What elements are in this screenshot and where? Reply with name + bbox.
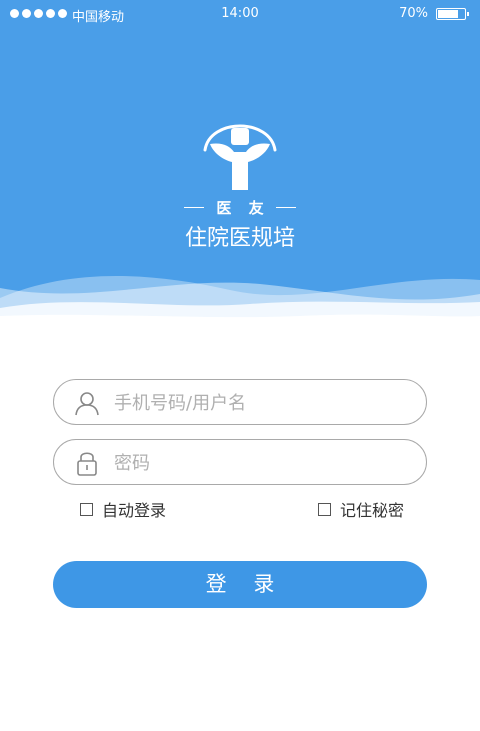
remember-password-label: 记住秘密 (340, 501, 405, 520)
wave-decoration (0, 275, 480, 330)
auto-login-checkbox[interactable]: 自动登录 (80, 497, 166, 521)
auto-login-label: 自动登录 (102, 501, 167, 520)
remember-password-checkbox[interactable]: 记住秘密 (318, 497, 404, 521)
checkbox-square-icon[interactable] (318, 502, 331, 516)
password-input[interactable] (114, 448, 414, 478)
lock-icon (77, 452, 97, 476)
header-banner: 中国移动 14:00 70% 医 友 住院医规培 (0, 0, 480, 330)
username-input[interactable] (114, 388, 414, 418)
logo-subtitle: 医 友 (0, 197, 480, 218)
checkbox-square-icon[interactable] (80, 502, 93, 516)
login-screen: 中国移动 14:00 70% 医 友 住院医规培 手机号码/用户名 自动登录 记… (0, 0, 480, 731)
status-bar: 中国移动 14:00 70% (0, 0, 480, 28)
password-field[interactable] (53, 439, 427, 485)
user-icon (75, 392, 99, 416)
battery-icon (436, 8, 469, 20)
username-field[interactable] (53, 379, 427, 425)
app-title: 住院医规培 (184, 226, 295, 251)
doctor-figure-icon (203, 124, 277, 190)
login-button[interactable]: 登 录 (53, 561, 427, 608)
battery-percent: 70% (399, 6, 428, 21)
